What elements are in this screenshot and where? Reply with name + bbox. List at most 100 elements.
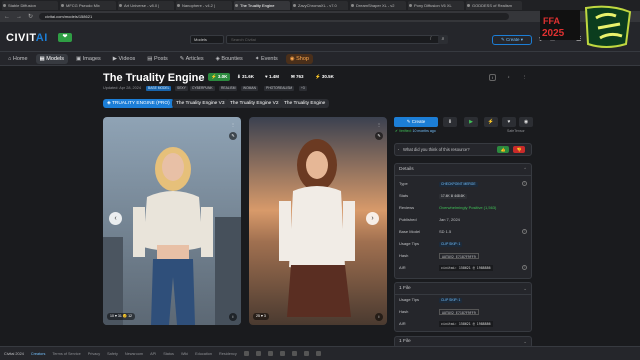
like-icon[interactable]: ♥	[502, 117, 516, 127]
discord-icon[interactable]	[243, 351, 249, 356]
github-icon[interactable]	[315, 351, 321, 356]
browser-tab[interactable]: ZavyChromaXL - v7.0	[292, 1, 348, 10]
forward-arrow-icon[interactable]: →	[16, 14, 22, 20]
image-reactions[interactable]: 10 ♥ 31 😊 12	[107, 313, 136, 320]
detail-usage-tips: CLIP SKIP: 1	[439, 242, 463, 247]
browser-tab[interactable]: Stable Diffusion	[2, 1, 58, 10]
nav-shop[interactable]: ◉ Shop	[285, 53, 313, 64]
file-usage-tips: CLIP SKIP: 1	[439, 298, 463, 303]
civitai-logo[interactable]: CIVITAI	[6, 32, 48, 44]
tag[interactable]: CYBERPUNK	[190, 86, 215, 91]
footer-link[interactable]: Creators	[31, 352, 46, 356]
version-tab-v1[interactable]: The Truality Engine	[280, 99, 330, 108]
info-icon[interactable]: i	[522, 229, 527, 234]
nav-articles[interactable]: ✎ Articles	[176, 54, 208, 64]
image-info-icon[interactable]: i	[229, 313, 237, 321]
notify-bell-icon[interactable]: ♪	[505, 74, 512, 81]
nav-events[interactable]: ✦ Events	[251, 54, 282, 64]
info-icon[interactable]: i	[522, 181, 527, 186]
version-tab-v3[interactable]: The Truality Engine V3	[172, 99, 229, 108]
footer-link[interactable]: API	[150, 352, 156, 356]
browser-tab[interactable]: GODDESS of Realism	[466, 1, 522, 10]
browser-tab[interactable]: Pony Diffusion V6 XL	[408, 1, 464, 10]
footer-link[interactable]: Safety	[107, 352, 118, 356]
tag[interactable]: REALISM	[219, 86, 238, 91]
search-shortcut-hint: /	[430, 36, 432, 42]
detail-reviews[interactable]: Overwhelmingly Positive (1,563)	[439, 205, 496, 210]
detail-label: Reviews	[399, 205, 415, 210]
buzz-stat: ⚡ 3.0K	[208, 73, 231, 81]
browser-tab-active[interactable]: The Truality Engine	[234, 1, 290, 10]
browser-tab[interactable]: DreamShaper XL - v2	[350, 1, 406, 10]
nav-images[interactable]: ▣ Images	[72, 54, 105, 64]
footer-link[interactable]: Residency	[219, 352, 237, 356]
image-edit-icon[interactable]: ✎	[229, 132, 237, 140]
nav-videos[interactable]: ▶ Videos	[109, 54, 139, 64]
tips-stat: ⚡ 30.5K	[315, 74, 334, 79]
tag[interactable]: PHOTOREALISM	[264, 86, 295, 91]
heart-badge-icon[interactable]: ❤	[58, 33, 72, 42]
detail-type: CHECKPOINT MERGE	[439, 182, 478, 187]
gallery-image-1[interactable]	[103, 117, 241, 325]
version-tab-v2[interactable]: The Truality Engine V2	[226, 99, 283, 108]
tag-more[interactable]: +3	[299, 86, 307, 91]
footer-link[interactable]: Newsroom	[125, 352, 143, 356]
tiktok-icon[interactable]	[291, 351, 297, 356]
gallery-next-button[interactable]: ›	[366, 212, 379, 225]
back-arrow-icon[interactable]: ←	[4, 14, 10, 20]
nav-bounties[interactable]: ◈ Bounties	[212, 54, 247, 64]
tag-base-model[interactable]: BASE MODEL	[146, 86, 172, 91]
info-icon[interactable]: i	[489, 74, 496, 81]
detail-stats: 17.4K ⬇ 448.6K	[439, 194, 467, 199]
image-menu-icon[interactable]: ⋮	[229, 121, 237, 129]
image-edit-icon[interactable]: ✎	[375, 132, 383, 140]
browser-tab[interactable]: Art Universe - v8.0 |	[118, 1, 174, 10]
browser-tab[interactable]: MFCG Pseudo Mix	[60, 1, 116, 10]
url-field[interactable]: civitai.com/models/158621	[39, 13, 510, 20]
reddit-icon[interactable]	[303, 351, 309, 356]
download-icon[interactable]: ⬇	[443, 117, 457, 127]
info-icon[interactable]: i	[522, 265, 527, 270]
thumbs-down-button[interactable]: 👎	[513, 146, 525, 153]
version-tab-pro[interactable]: ◈ TRUALITY ENGINE (PRO)	[103, 99, 174, 108]
footer-link[interactable]: Terms of Service	[52, 352, 80, 356]
gallery-prev-button[interactable]: ‹	[109, 212, 122, 225]
tab-favicon-icon	[409, 4, 412, 7]
nav-models[interactable]: ▦ Models	[35, 53, 68, 64]
details-header[interactable]: Details ⌃	[395, 164, 531, 176]
detail-label: Base Model	[399, 229, 421, 234]
create-with-model-button[interactable]: ✎ Create	[394, 117, 438, 127]
image-menu-icon[interactable]: ⋮	[375, 121, 383, 129]
footer-link[interactable]: Wiki	[181, 352, 188, 356]
files-header[interactable]: 1 File ⌄	[395, 283, 531, 295]
image-reactions[interactable]: 25 ♥ 3	[253, 313, 269, 320]
footer-link[interactable]: Education	[195, 352, 212, 356]
search-input[interactable]: Search Civitai	[226, 35, 446, 44]
detail-air[interactable]: civitai: 158621 @ 1988886	[439, 265, 493, 271]
tag[interactable]: SEXY	[175, 86, 188, 91]
play-icon[interactable]: ▶	[464, 117, 478, 127]
nav-home[interactable]: ⌂ Home	[4, 54, 32, 64]
more-menu-icon[interactable]: ⋮	[521, 74, 528, 81]
image-info-icon[interactable]: i	[375, 313, 383, 321]
create-button[interactable]: ✎ Create ▾	[492, 35, 532, 45]
detail-label: Hash	[399, 309, 409, 314]
file-air[interactable]: civitai: 158621 @ 1988886	[439, 321, 493, 327]
tag[interactable]: WOMAN	[241, 86, 259, 91]
detail-hash[interactable]: AUTOV2 E7187F9FF9	[439, 253, 479, 259]
tip-buzz-icon[interactable]: ⚡	[484, 117, 498, 127]
updated-date: Updated: Apr 28, 2024	[103, 86, 141, 90]
browser-tab[interactable]: Nanophere - v4.2 |	[176, 1, 232, 10]
search-icon[interactable]: ⌕	[438, 35, 448, 44]
nav-posts[interactable]: ▤ Posts	[143, 54, 172, 64]
bookmark-icon[interactable]: ◉	[519, 117, 533, 127]
reload-icon[interactable]: ↻	[28, 13, 33, 20]
instagram-icon[interactable]	[267, 351, 273, 356]
footer-link[interactable]: Status	[163, 352, 174, 356]
footer-link[interactable]: Privacy	[88, 352, 100, 356]
x-icon[interactable]	[255, 351, 261, 356]
thumbs-up-button[interactable]: 👍	[497, 146, 509, 153]
youtube-icon[interactable]	[279, 351, 285, 356]
search-scope-select[interactable]: Models	[190, 35, 224, 44]
file-hash[interactable]: AUTOV2 E7187F9FF9	[439, 309, 479, 315]
